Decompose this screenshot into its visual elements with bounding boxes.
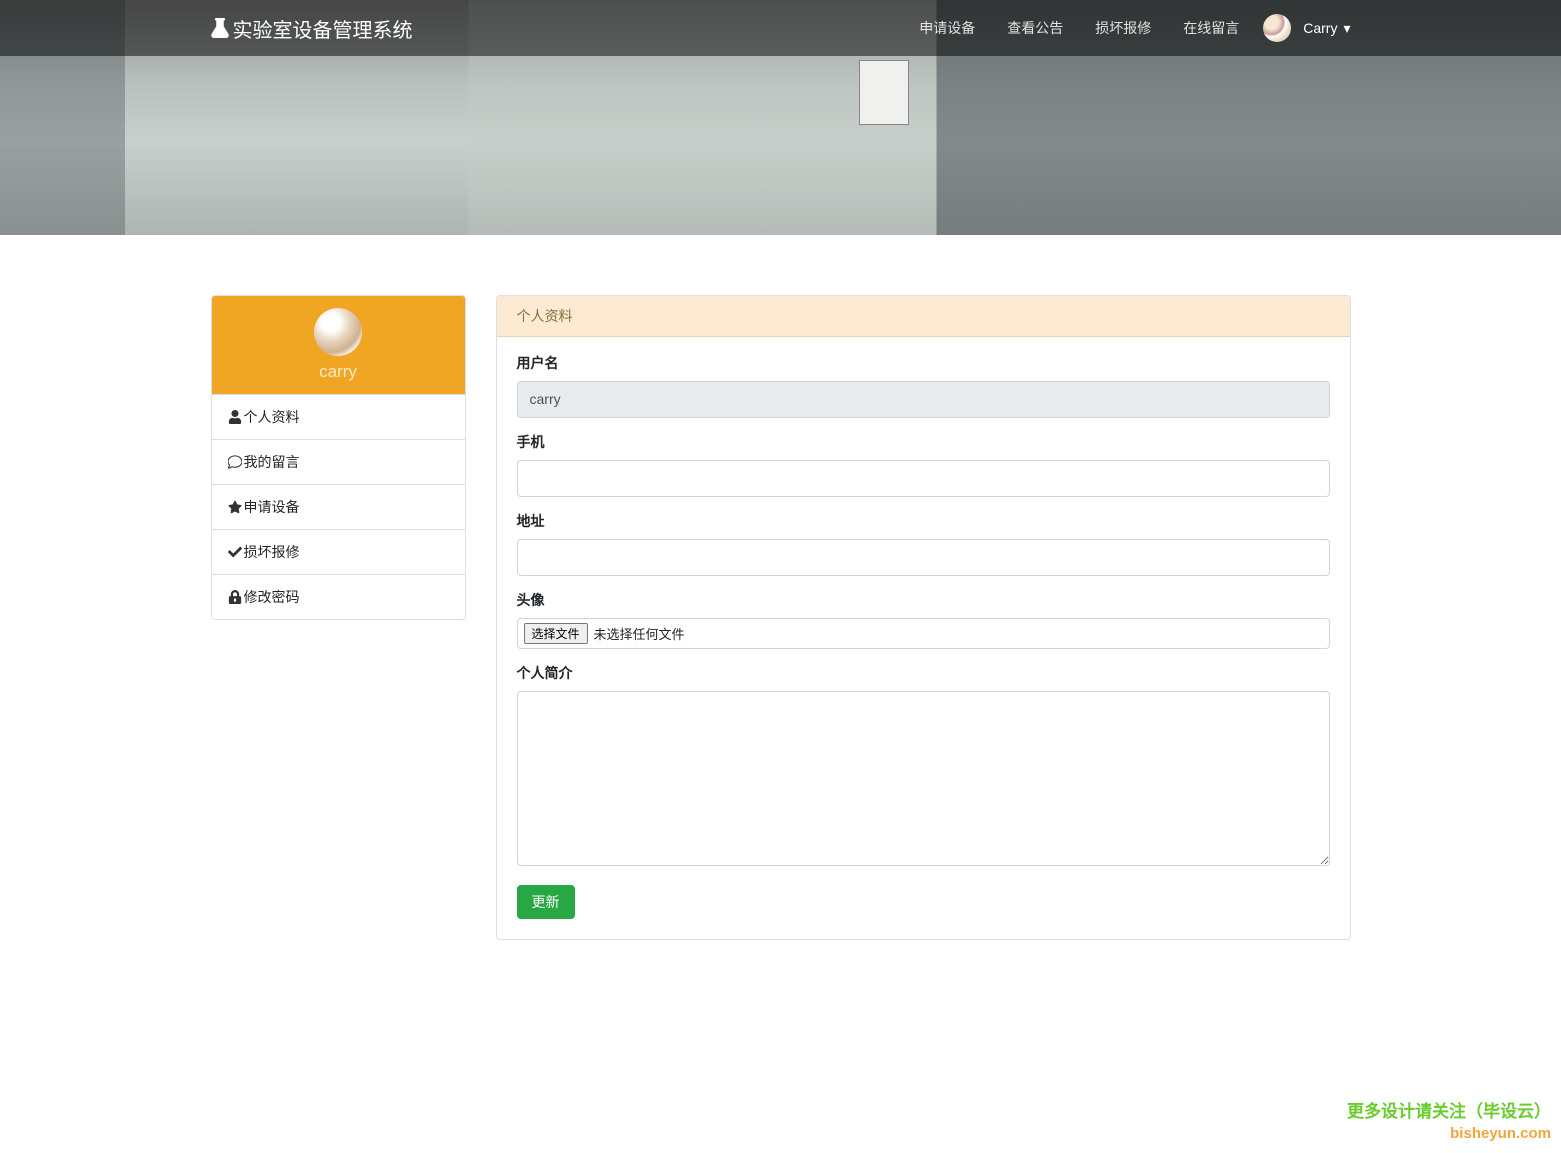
user-label: Carry [1303,20,1337,36]
bio-field[interactable] [517,691,1330,866]
avatar [1263,14,1291,42]
watermark-line1: 更多设计请关注（毕设云） [1347,1101,1551,1123]
username-field [517,381,1330,418]
sidebar-header: carry [212,296,465,394]
flask-icon [211,18,229,38]
top-navbar: 实验室设备管理系统 申请设备 查看公告 损坏报修 在线留言 Carry ▾ [0,0,1561,56]
lock-icon [228,590,242,604]
panel-title: 个人资料 [497,296,1350,337]
user-icon [228,410,242,424]
sidebar-item-my-messages[interactable]: 我的留言 [212,440,465,484]
watermark-url: bisheyun.com [1347,1124,1551,1144]
avatar-label: 头像 [517,590,1330,610]
sidebar-item-label: 损坏报修 [244,542,300,562]
address-field[interactable] [517,539,1330,576]
sidebar-item-label: 修改密码 [244,587,300,607]
main-panel: 个人资料 用户名 手机 地址 头像 选择文件 未选择任何文件 [496,295,1351,940]
nav-messages[interactable]: 在线留言 [1175,10,1247,46]
check-icon [228,545,242,559]
submit-button[interactable]: 更新 [517,885,575,919]
sidebar-item-label: 我的留言 [244,452,300,472]
sidebar-item-profile[interactable]: 个人资料 [212,395,465,439]
nav-apply-equipment[interactable]: 申请设备 [911,10,983,46]
user-dropdown[interactable]: Carry ▾ [1303,20,1350,37]
comment-icon [228,455,242,469]
nav-repair[interactable]: 损坏报修 [1087,10,1159,46]
sidebar-item-repair[interactable]: 损坏报修 [212,530,465,574]
avatar-file-input[interactable]: 选择文件 未选择任何文件 [517,618,1330,649]
sidebar-username: carry [224,362,453,382]
brand-title: 实验室设备管理系统 [233,14,413,43]
phone-field[interactable] [517,460,1330,497]
star-icon [228,500,242,514]
chevron-down-icon: ▾ [1343,20,1350,37]
sidebar-item-label: 个人资料 [244,407,300,427]
bio-label: 个人简介 [517,663,1330,683]
username-label: 用户名 [517,353,1330,373]
phone-label: 手机 [517,432,1330,452]
sidebar-item-label: 申请设备 [244,497,300,517]
sidebar-item-apply-equipment[interactable]: 申请设备 [212,485,465,529]
address-label: 地址 [517,511,1330,531]
watermark: 更多设计请关注（毕设云） bisheyun.com [1347,1101,1551,1143]
choose-file-button[interactable]: 选择文件 [524,623,588,644]
sidebar: carry 个人资料 我的留言 申请设备 损坏报修 [211,295,466,940]
nav-links: 申请设备 查看公告 损坏报修 在线留言 [903,10,1255,46]
brand-link[interactable]: 实验室设备管理系统 [211,14,413,43]
no-file-text: 未选择任何文件 [594,624,685,643]
avatar [314,308,362,356]
nav-announcements[interactable]: 查看公告 [999,10,1071,46]
sidebar-item-change-password[interactable]: 修改密码 [212,575,465,619]
